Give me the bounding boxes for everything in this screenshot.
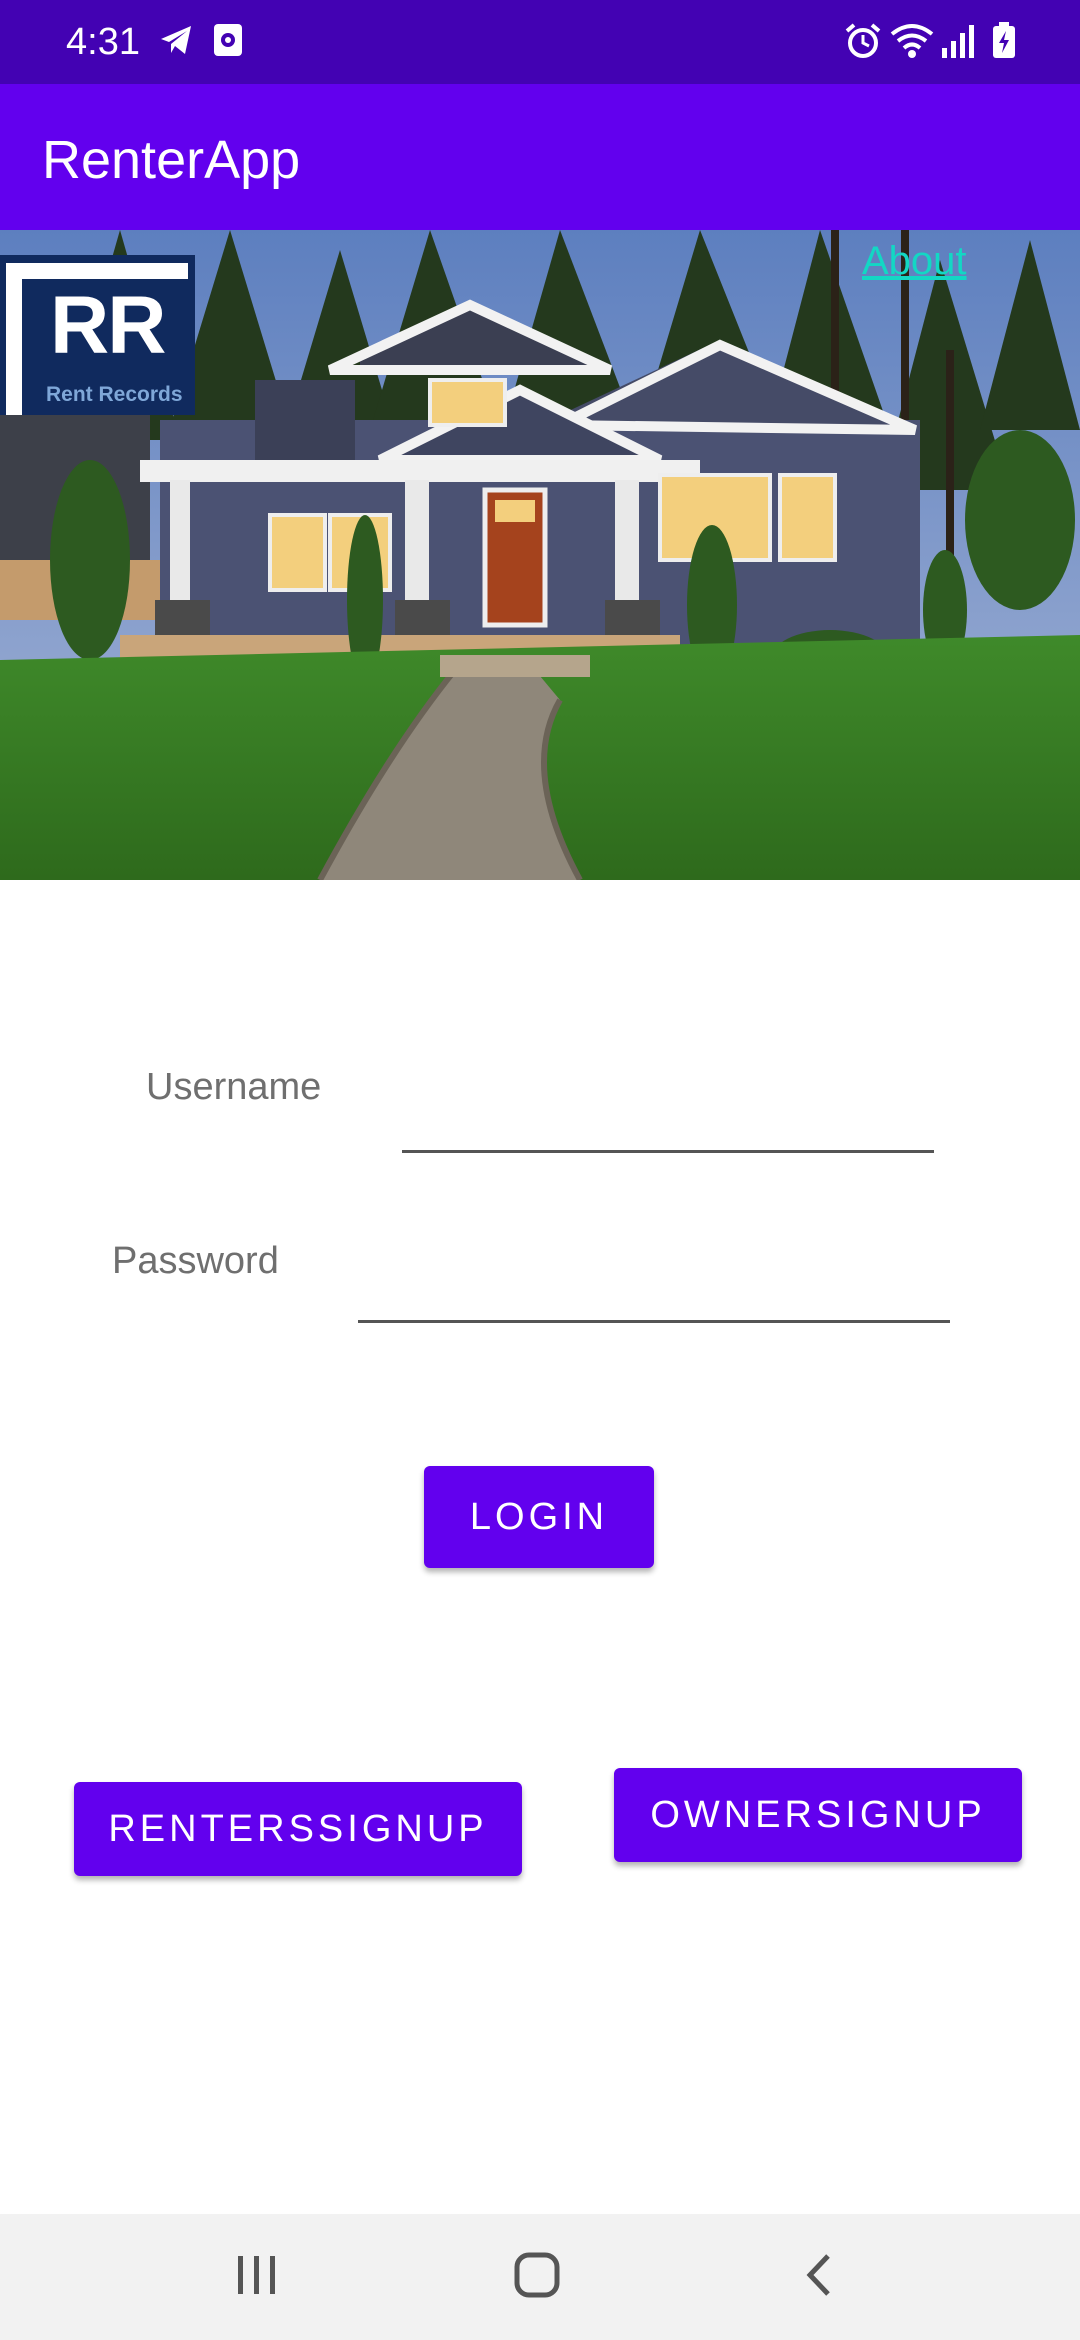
wifi-icon	[890, 22, 934, 65]
screen-record-icon	[212, 22, 244, 63]
logo-subtitle: Rent Records	[46, 383, 183, 406]
username-field[interactable]	[402, 1070, 934, 1153]
app-title: RenterApp	[42, 130, 301, 190]
rent-records-logo: RR Rent Records	[0, 255, 195, 415]
app-bar: RenterApp	[0, 84, 1080, 230]
login-button[interactable]: LOGIN	[424, 1466, 654, 1568]
telegram-icon	[158, 22, 194, 63]
status-bar: 4:31	[0, 0, 1080, 84]
home-icon[interactable]	[512, 2250, 562, 2305]
password-field[interactable]	[358, 1240, 950, 1323]
username-label: Username	[146, 1066, 322, 1108]
password-label: Password	[112, 1240, 279, 1282]
recent-apps-icon[interactable]	[234, 2250, 280, 2305]
logo-letters: RR	[50, 280, 166, 371]
about-link[interactable]: About	[862, 236, 967, 286]
alarm-icon	[844, 22, 882, 65]
navigation-bar	[0, 2214, 1080, 2340]
hero-image: RR Rent Records About	[0, 230, 1080, 880]
back-icon[interactable]	[800, 2250, 840, 2305]
signal-icon	[940, 22, 976, 65]
battery-icon	[992, 22, 1016, 65]
owner-signup-button[interactable]: OWNERSIGNUP	[614, 1768, 1022, 1862]
status-time: 4:31	[66, 21, 140, 63]
renter-signup-button[interactable]: RENTERSSIGNUP	[74, 1782, 522, 1876]
